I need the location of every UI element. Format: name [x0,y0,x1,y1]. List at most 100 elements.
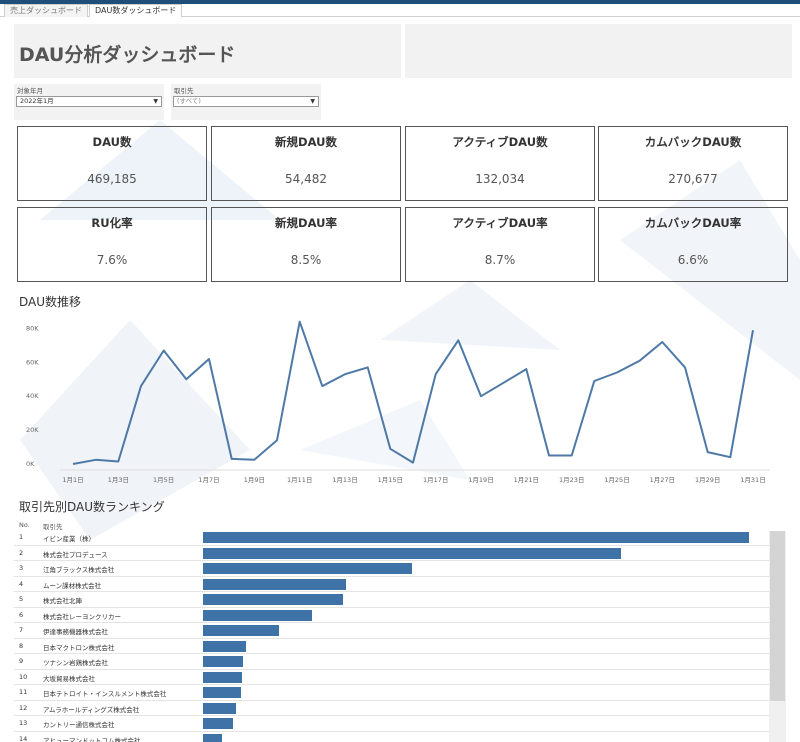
x-tick-label: 1月15日 [378,476,403,484]
data-point[interactable] [592,378,597,383]
x-tick-label: 1月29日 [695,476,720,484]
data-point[interactable] [184,377,189,382]
data-point[interactable] [456,338,461,343]
data-point[interactable] [615,370,620,375]
ranking-row[interactable]: 3 江角ブラックス株式会社 [14,561,774,577]
ranking-row[interactable]: 8 日本マクトロン株式会社 [14,639,774,654]
kpi-card-dau: DAU数 469,185 [17,126,207,201]
x-tick-label: 1月19日 [468,476,493,484]
kpi-label: カムバックDAU率 [644,216,742,230]
ranking-bar[interactable] [203,578,346,590]
kpi-value: 8.7% [484,253,516,267]
ranking-row[interactable]: 9 ツナシン岩鶏株式会社 [14,654,774,670]
ranking-bar[interactable] [203,702,236,714]
ranking-client-name: 株式会社レーヨンクリカー [43,612,121,621]
ranking-row[interactable]: 5 株式会社北陣 [14,592,774,608]
ranking-no: 14 [19,734,28,742]
scrollbar-thumb[interactable] [770,531,785,701]
data-point[interactable] [479,394,484,399]
data-point[interactable] [660,340,665,345]
y-tick-label: 80K [26,324,39,332]
data-point[interactable] [501,380,506,385]
data-point[interactable] [71,462,76,467]
data-point[interactable] [275,438,280,443]
ranking-bar[interactable] [203,625,280,636]
ranking-row[interactable]: 14 アヒューマンドットコム株式会社 [14,732,774,742]
ranking-bar[interactable] [203,687,241,698]
ranking-row[interactable]: 6 株式会社レーヨンクリカー [14,608,774,623]
data-point[interactable] [93,457,98,462]
data-point[interactable] [547,453,552,458]
ranking-row[interactable]: 2 株式会社プロデュース [14,546,774,561]
y-tick-label: 40K [26,392,39,400]
ranking-client-name: 日本テトロイト・インスルメント株式会社 [43,690,167,698]
ranking-client-name: カントリー通信株式会社 [43,721,115,729]
client-select[interactable]: (すべて) ▼ [173,96,319,107]
ranking-bar[interactable] [203,733,222,742]
ranking-no: 7 [19,626,24,634]
kpi-label: カムバックDAU数 [644,135,742,149]
kpi-value: 54,482 [285,172,327,186]
data-point[interactable] [433,372,438,377]
ranking-row[interactable]: 10 大坂貿易株式会社 [14,670,774,685]
data-point[interactable] [207,356,212,361]
page-title: DAU分析ダッシュボード [19,44,236,66]
ranking-bar[interactable] [203,609,313,621]
data-point[interactable] [229,456,234,461]
ranking-row[interactable]: 1 イビン産業（株） [14,530,774,546]
ranking-no: 1 [19,533,24,541]
data-point[interactable] [161,348,166,353]
data-point[interactable] [705,450,710,455]
ranking-bar[interactable] [203,671,242,683]
data-point[interactable] [411,460,416,465]
ranking-bar[interactable] [203,532,749,543]
x-tick-label: 1月11日 [287,476,312,484]
ranking-row[interactable]: 7 伊達事務機器株式会社 [14,623,774,639]
data-point[interactable] [252,457,257,462]
data-point[interactable] [728,455,733,460]
data-point[interactable] [297,319,302,324]
ranking-bar[interactable] [203,563,412,574]
data-point[interactable] [683,365,688,370]
ranking-no: 9 [19,657,24,665]
data-point[interactable] [116,459,121,464]
ranking-scrollbar[interactable] [769,531,786,742]
data-point[interactable] [388,446,393,451]
ranking-bar[interactable] [203,656,243,667]
kpi-value: 7.6% [96,253,128,267]
ranking-client-name: 大坂貿易株式会社 [43,674,95,683]
ranking-client-name: ツナシン岩鶏株式会社 [43,659,108,667]
ranking-client-name: ムーン課材株式会社 [43,581,102,590]
ranking-no: 5 [19,595,24,603]
kpi-card-comeback-dau: カムバックDAU数 270,677 [598,126,788,201]
ranking-bar[interactable] [203,594,343,605]
x-tick-label: 1月25日 [604,476,629,484]
ranking-row[interactable]: 11 日本テトロイト・インスルメント株式会社 [14,685,774,701]
ranking-row[interactable]: 12 アムラホールディングズ株式会社 [14,701,774,716]
data-point[interactable] [343,372,348,377]
ranking-client-name: アムラホールディングズ株式会社 [43,705,140,714]
kpi-label: 新規DAU数 [275,135,337,149]
data-point[interactable] [320,384,325,389]
kpi-label: アクティブDAU数 [452,135,548,149]
x-tick-label: 1月31日 [740,476,765,484]
tab-sales-dashboard[interactable]: 売上ダッシュボード [4,4,88,17]
data-point[interactable] [139,384,144,389]
data-point[interactable] [569,453,574,458]
data-point[interactable] [365,365,370,370]
data-point[interactable] [524,367,529,372]
data-point[interactable] [751,328,756,333]
ranking-row[interactable]: 4 ムーン課材株式会社 [14,577,774,592]
ranking-row[interactable]: 13 カントリー通信株式会社 [14,716,774,732]
tab-dau-dashboard[interactable]: DAU数ダッシュボード [89,4,183,17]
ranking-bar[interactable] [203,718,234,729]
ranking-bar[interactable] [203,547,621,559]
ranking-bar[interactable] [203,640,247,652]
x-tick-label: 1月5日 [153,476,174,484]
y-tick-label: 20K [26,426,39,434]
month-select-value: 2022年1月 [20,97,54,105]
ranking-table: 1 イビン産業（株） 2 株式会社プロデュース 3 江角ブラックス株式会社 4 ムーン課材株式… [14,530,774,742]
ranking-no: 11 [19,688,28,696]
month-select[interactable]: 2022年1月 ▼ [16,96,162,107]
data-point[interactable] [637,358,642,363]
